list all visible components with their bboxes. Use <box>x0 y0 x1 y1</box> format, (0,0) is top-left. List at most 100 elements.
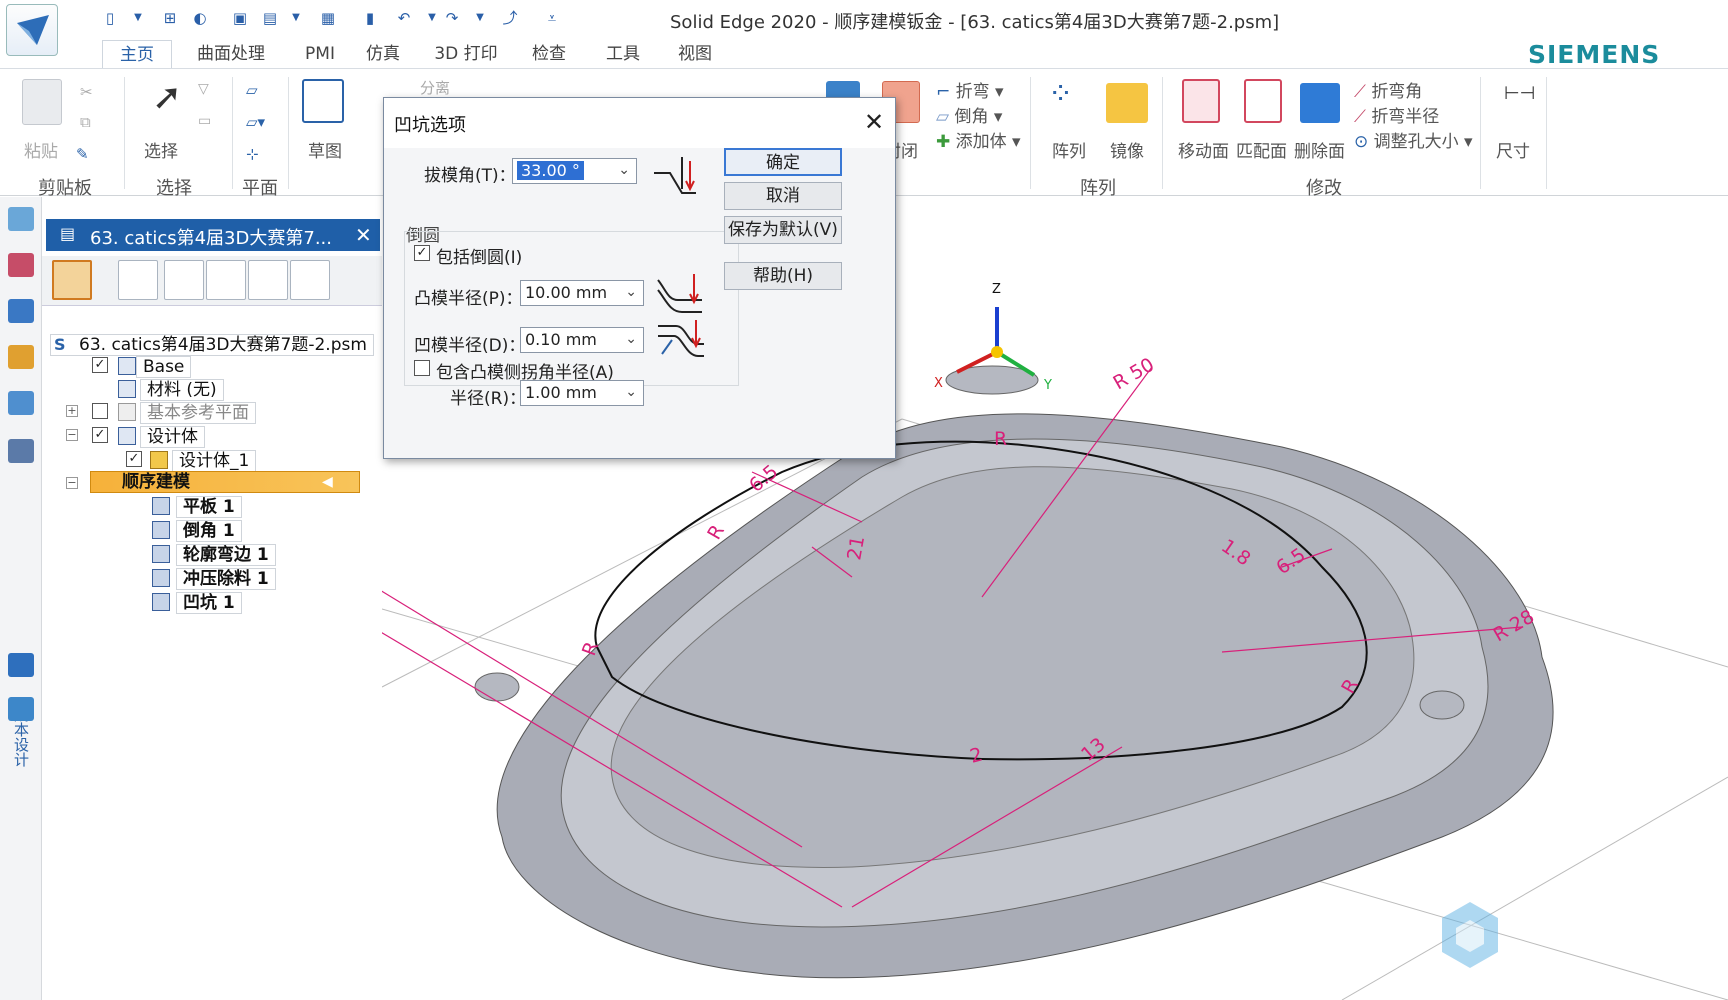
sketch-icon[interactable] <box>302 79 344 123</box>
select-label[interactable]: 选择 <box>144 137 178 162</box>
dropdown-icon[interactable]: ▼ <box>470 8 490 28</box>
collapse-icon[interactable]: − <box>66 429 78 441</box>
new-icon[interactable]: ▯ <box>100 8 120 28</box>
layers-icon[interactable] <box>8 299 34 323</box>
tree-feature[interactable]: 凹坑 1 <box>176 592 242 614</box>
dimension-label[interactable]: 尺寸 <box>1496 137 1530 162</box>
chevron-down-icon[interactable]: ⌄ <box>618 162 630 178</box>
pattern-icon[interactable]: ⁘ <box>1048 77 1073 112</box>
tree-root[interactable]: 63. catics第4届3D大赛第7题-2.psm <box>50 334 374 356</box>
open-icon[interactable]: ⊞ <box>160 8 180 28</box>
design-body-1-checkbox[interactable]: ✓ <box>126 451 142 467</box>
bend-button[interactable]: ⌐ 折弯 ▾ <box>936 77 1004 102</box>
ref-planes-checkbox[interactable] <box>92 403 108 419</box>
structure-icon[interactable] <box>8 697 34 721</box>
list-view-icon[interactable] <box>118 260 158 300</box>
dropdown-icon[interactable]: ▼ <box>286 8 306 28</box>
tree-feature[interactable]: 轮廓弯边 1 <box>176 544 276 566</box>
pathfinder-icon[interactable] <box>8 207 34 231</box>
bend-angle-button[interactable]: ⟋ 折弯角 <box>1354 77 1422 102</box>
tag-icon[interactable] <box>8 439 34 463</box>
plane-option-icon[interactable]: ▱▾ <box>246 113 265 131</box>
match-face-icon[interactable] <box>1244 79 1282 123</box>
save-icon[interactable]: ▣ <box>230 8 250 28</box>
redo-icon[interactable]: ↷ <box>442 8 462 28</box>
tab-3d-print[interactable]: 3D 打印 <box>428 40 504 68</box>
tab-pmi[interactable]: PMI <box>290 40 350 68</box>
tree-feature[interactable]: 平板 1 <box>176 496 242 518</box>
document-tab[interactable]: 63. catics第4届3D大赛第7... <box>46 219 380 251</box>
plane-icon[interactable]: ▱ <box>246 81 258 99</box>
mounting-tab[interactable] <box>1419 690 1465 720</box>
collapse-icon[interactable]: − <box>66 477 78 489</box>
sensors-icon[interactable] <box>8 345 34 369</box>
ok-button[interactable]: 确定 <box>724 148 842 176</box>
tab-simulation[interactable]: 仿真 <box>358 40 408 68</box>
sheet-metal-view-icon[interactable] <box>52 260 92 300</box>
mirror-label[interactable]: 镜像 <box>1110 137 1144 162</box>
resize-hole-button[interactable]: ⊙ 调整孔大小 ▾ <box>1354 127 1473 152</box>
tab-surfacing[interactable]: 曲面处理 <box>186 40 276 68</box>
notes-icon[interactable]: ▮ <box>360 8 380 28</box>
die-radius-field[interactable]: 0.10 mm ⌄ <box>520 327 644 353</box>
mirror-icon[interactable] <box>1106 83 1148 123</box>
sketch-label[interactable]: 草图 <box>308 137 342 162</box>
customize-icon[interactable]: ⩡ <box>542 8 562 28</box>
tree-base[interactable]: Base <box>136 356 192 378</box>
paste-label[interactable]: 粘贴 <box>24 137 58 162</box>
tree-design-body[interactable]: 设计体 <box>140 426 205 448</box>
select-arrow-icon[interactable]: ➚ <box>152 77 182 118</box>
rollback-arrow-icon[interactable]: ◀ <box>322 474 333 490</box>
dropdown-icon[interactable]: ▼ <box>128 8 148 28</box>
chevron-down-icon[interactable]: ⌄ <box>625 284 637 300</box>
delete-face-label[interactable]: 删除面 <box>1294 137 1345 162</box>
tab-inspect[interactable]: 检查 <box>524 40 574 68</box>
chevron-down-icon[interactable]: ⌄ <box>625 384 637 400</box>
expand-icon[interactable]: + <box>66 405 78 417</box>
tab-view[interactable]: 视图 <box>670 40 720 68</box>
select-tools-icon[interactable]: ▭ <box>198 113 211 129</box>
dropdown-icon[interactable]: ▼ <box>422 8 442 28</box>
filter-icon[interactable]: ▽ <box>198 81 209 97</box>
tree-feature[interactable]: 倒角 1 <box>176 520 242 542</box>
punch-radius-field[interactable]: 10.00 mm ⌄ <box>520 280 644 306</box>
copy-icon[interactable]: ⧉ <box>80 113 91 131</box>
cut-icon[interactable]: ✂ <box>80 83 93 101</box>
pattern-label[interactable]: 阵列 <box>1052 137 1086 162</box>
color-manager-icon[interactable] <box>8 253 34 277</box>
cancel-button[interactable]: 取消 <box>724 182 842 210</box>
chamfer-button[interactable]: ▱ 倒角 ▾ <box>936 102 1002 127</box>
globe-icon[interactable]: ◐ <box>190 8 210 28</box>
tree-ref-planes[interactable]: 基本参考平面 <box>140 402 256 424</box>
dimension-label[interactable]: R <box>578 639 603 659</box>
dimension-label[interactable]: R <box>994 428 1007 450</box>
bend-radius-button[interactable]: ⟋ 折弯半径 <box>1354 102 1439 127</box>
coordinate-system-icon[interactable]: ⊹ <box>246 145 259 163</box>
assembly-icon[interactable] <box>8 653 34 677</box>
application-menu-button[interactable] <box>6 4 58 56</box>
dimension-label[interactable]: R 50 <box>1110 354 1159 395</box>
save-all-icon[interactable]: ▤ <box>260 8 280 28</box>
move-face-label[interactable]: 移动面 <box>1178 137 1229 162</box>
edit-sketch-icon[interactable] <box>206 260 246 300</box>
link-icon[interactable]: ⤴ <box>500 8 520 28</box>
tree-design-body-1[interactable]: 设计体_1 <box>172 450 257 472</box>
tab-home[interactable]: 主页 <box>102 40 172 68</box>
undo-icon[interactable]: ↶ <box>394 8 414 28</box>
dimension-label[interactable]: 21 <box>843 534 869 562</box>
format-painter-icon[interactable]: ✎ <box>76 145 89 163</box>
tree-ordered[interactable]: 顺序建模 <box>116 472 196 492</box>
include-corner-radius-checkbox[interactable] <box>414 360 430 376</box>
corner-radius-field[interactable]: 1.00 mm ⌄ <box>520 380 644 406</box>
save-as-default-button[interactable]: 保存为默认(V) <box>724 216 842 244</box>
tree-material[interactable]: 材料 (无) <box>140 379 224 401</box>
add-body-button[interactable]: ✚ 添加体 ▾ <box>936 127 1021 152</box>
split-label[interactable]: 分离 <box>420 77 450 98</box>
tab-tools[interactable]: 工具 <box>598 40 648 68</box>
paste-icon[interactable] <box>22 79 62 125</box>
dimension-icon[interactable]: ⊢⊣ <box>1504 83 1535 104</box>
dimension-label[interactable]: 6.5 <box>745 461 782 497</box>
section-view-icon[interactable] <box>164 260 204 300</box>
transform-icon[interactable] <box>290 260 330 300</box>
help-button[interactable]: 帮助(H) <box>724 262 842 290</box>
